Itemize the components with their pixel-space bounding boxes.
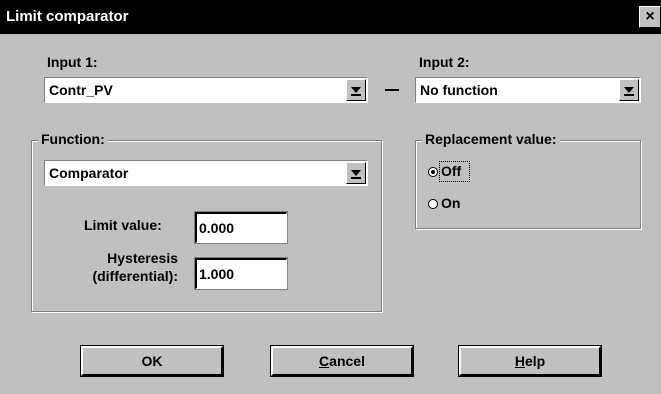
limit-value-input[interactable]: 0.000 <box>194 211 288 244</box>
minus-operator <box>385 89 399 91</box>
radio-off-label[interactable]: Off <box>441 163 461 179</box>
hysteresis-label: Hysteresis <box>88 250 178 266</box>
dialog-body: Input 1: Contr_PV Input 2: No function F… <box>0 34 661 394</box>
chevron-down-icon[interactable] <box>346 162 366 184</box>
close-button[interactable]: × <box>639 6 661 28</box>
cancel-mnemonic: C <box>319 353 330 369</box>
help-button[interactable]: Help <box>458 345 602 377</box>
function-group-title: Function: <box>38 131 108 147</box>
radio-on-label[interactable]: On <box>441 195 460 211</box>
cancel-button[interactable]: Cancel <box>270 345 414 377</box>
dialog-title: Limit comparator <box>6 8 129 25</box>
help-mnemonic: H <box>514 353 525 369</box>
help-label-rest: elp <box>524 353 546 369</box>
close-icon: × <box>645 8 655 25</box>
input1-dropdown[interactable]: Contr_PV <box>44 77 368 103</box>
title-bar[interactable]: Limit comparator × <box>0 0 661 34</box>
input1-value: Contr_PV <box>49 82 113 98</box>
chevron-down-icon[interactable] <box>619 79 639 101</box>
dialog-window: Limit comparator × Input 1: Contr_PV Inp… <box>0 0 661 394</box>
input2-dropdown[interactable]: No function <box>415 77 641 103</box>
hysteresis-label-line1: Hysteresis <box>107 250 178 266</box>
input2-value: No function <box>420 82 498 98</box>
ok-button[interactable]: OK <box>80 345 224 377</box>
function-value: Comparator <box>49 165 129 181</box>
function-dropdown[interactable]: Comparator <box>44 160 368 186</box>
input2-label: Input 2: <box>419 54 470 70</box>
hysteresis-label-2: (differential): <box>76 268 178 284</box>
replacement-group: Replacement value: <box>415 131 641 229</box>
radio-off[interactable] <box>428 167 438 177</box>
radio-on[interactable] <box>428 199 438 209</box>
replacement-group-title: Replacement value: <box>422 131 560 147</box>
chevron-down-icon[interactable] <box>346 79 366 101</box>
hysteresis-input[interactable]: 1.000 <box>194 257 288 290</box>
limit-value-label: Limit value: <box>84 217 162 233</box>
hysteresis-label-line2: (differential): <box>92 268 178 284</box>
input1-label: Input 1: <box>47 54 98 70</box>
cancel-label-rest: ancel <box>329 353 365 369</box>
